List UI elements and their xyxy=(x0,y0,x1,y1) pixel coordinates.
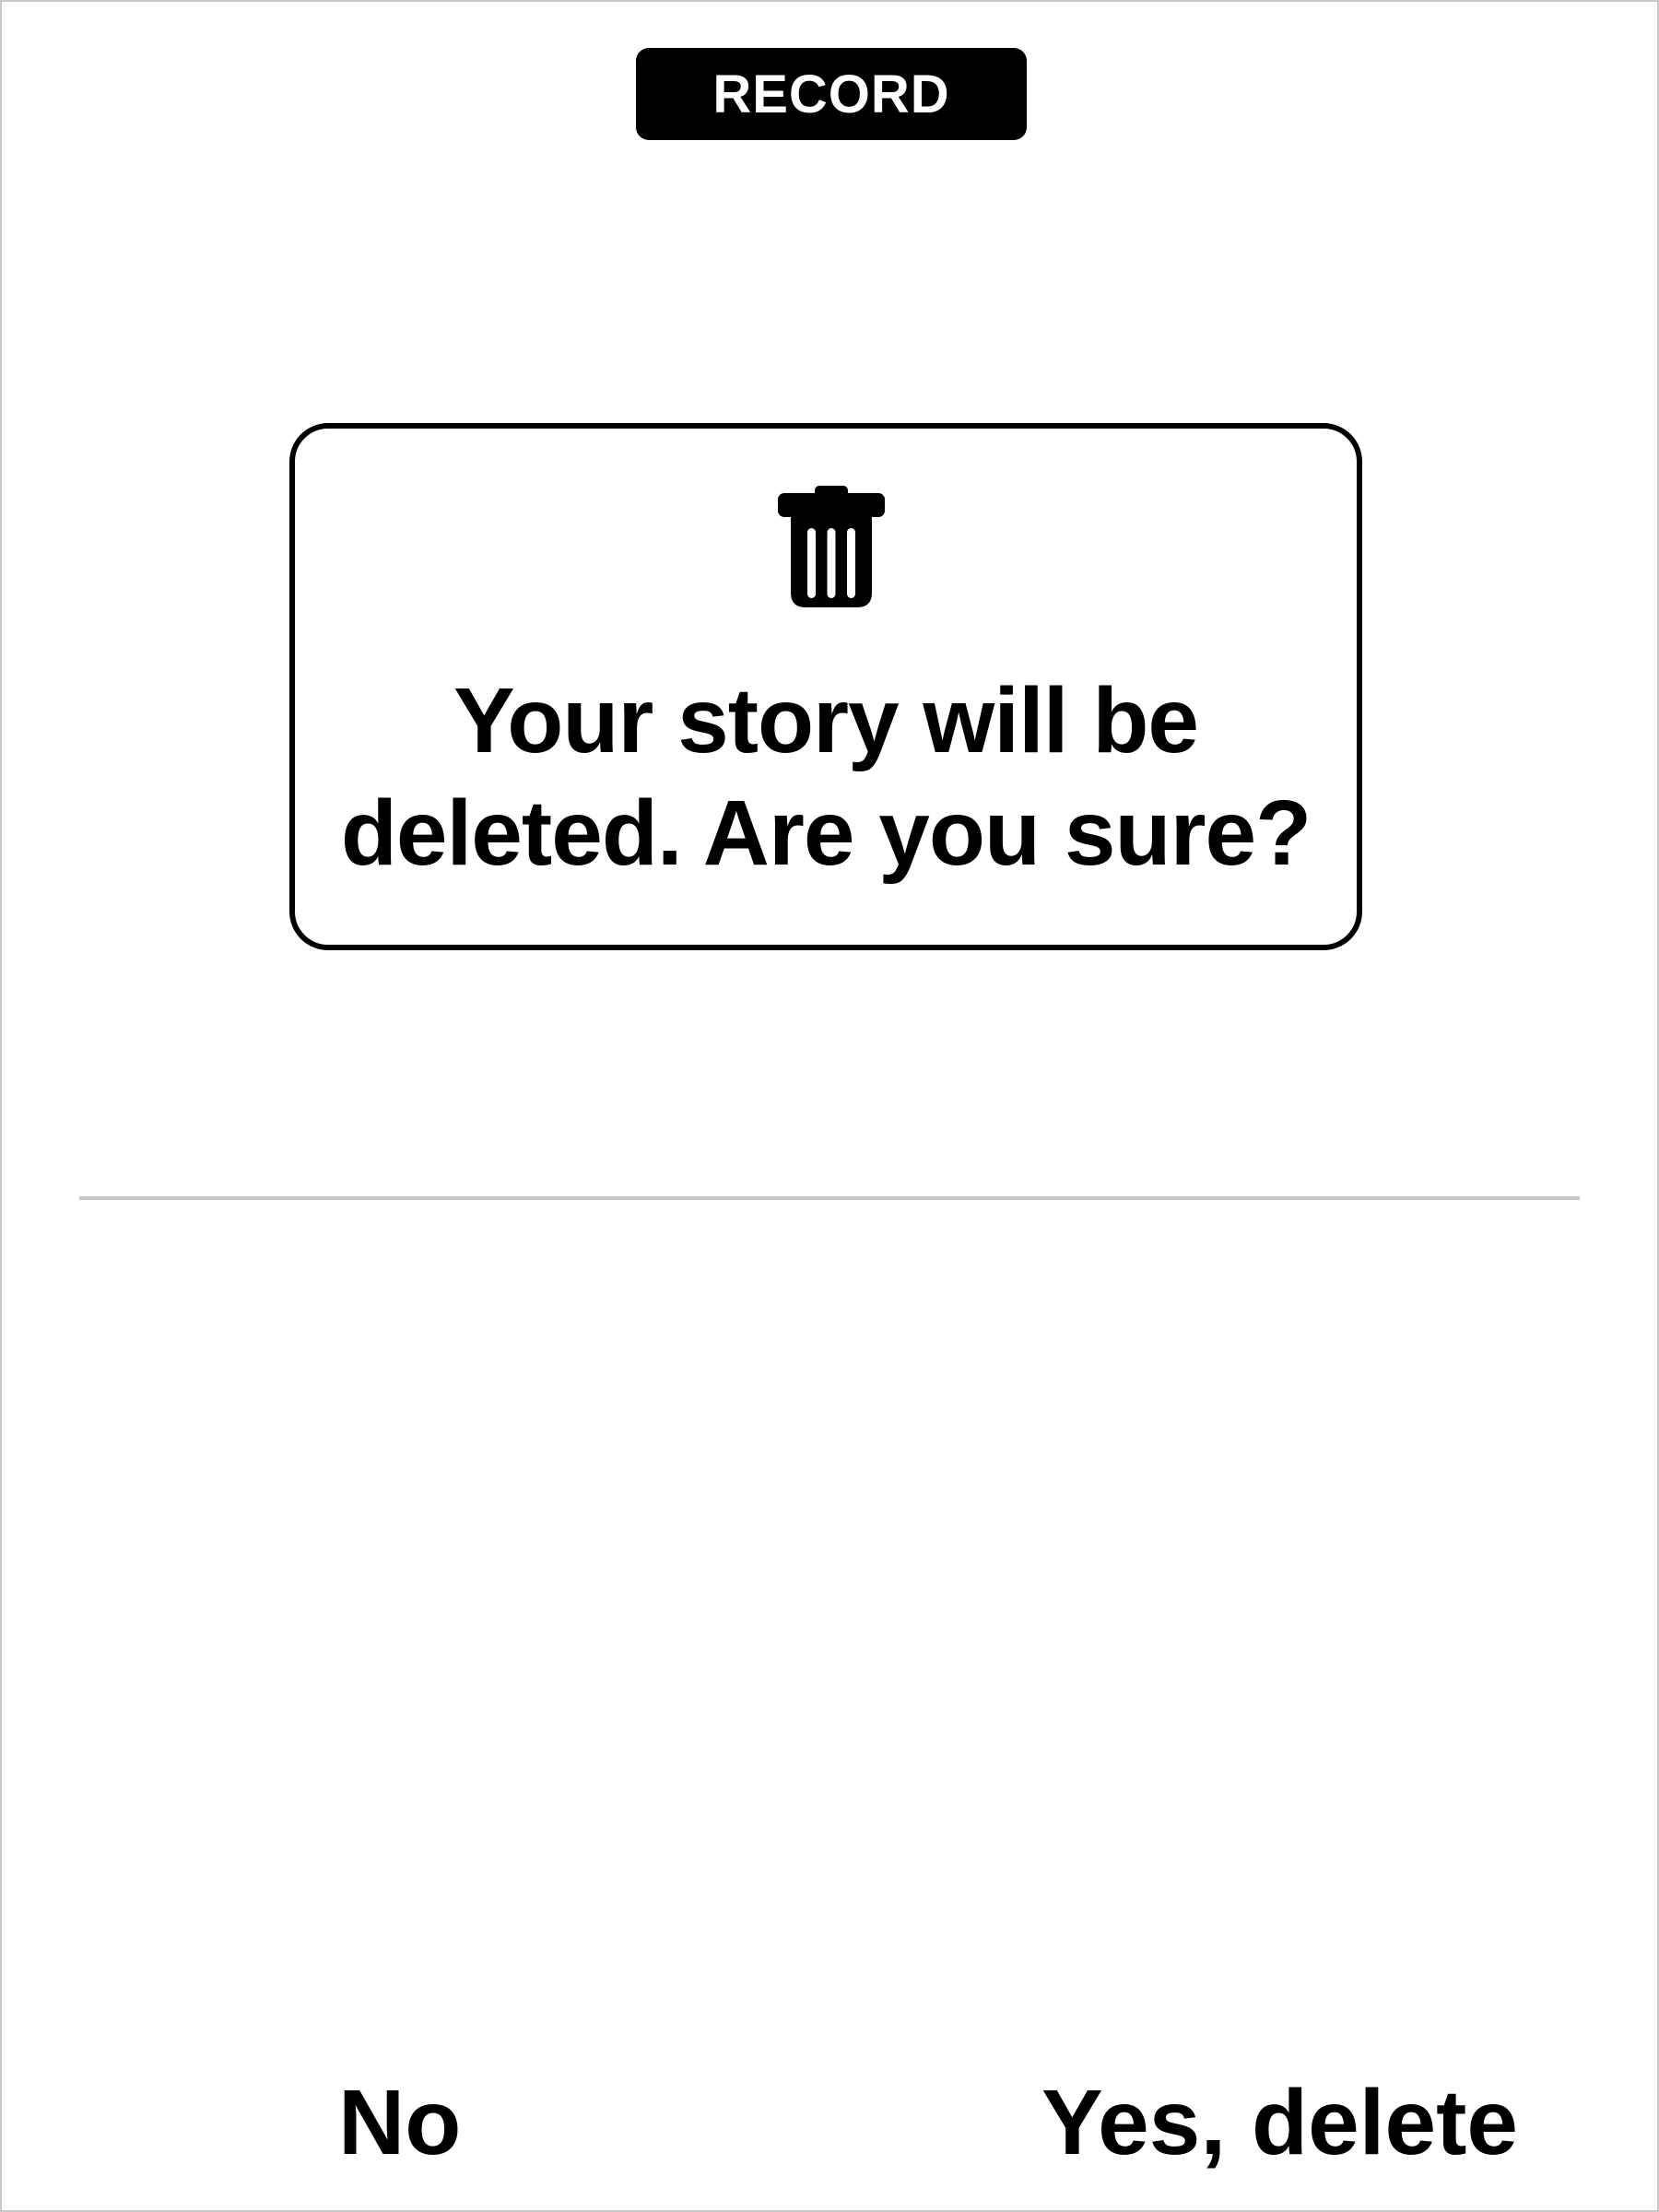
dialog-message: Your story will be deleted. Are you sure… xyxy=(332,665,1320,889)
trash-icon xyxy=(778,486,885,607)
divider xyxy=(79,1196,1580,1200)
yes-delete-button[interactable]: Yes, delete xyxy=(1041,2072,1518,2173)
record-button[interactable]: RECORD xyxy=(636,48,1027,140)
screen: RECORD Your story will be deleted. Are y… xyxy=(0,0,1659,2212)
dialog-message-line-1: Your story will be xyxy=(453,669,1199,772)
no-button[interactable]: No xyxy=(338,2072,461,2173)
record-label: RECORD xyxy=(712,64,950,124)
dialog-message-line-2: deleted. Are you sure? xyxy=(340,782,1312,885)
delete-confirmation-dialog: Your story will be deleted. Are you sure… xyxy=(289,423,1362,950)
